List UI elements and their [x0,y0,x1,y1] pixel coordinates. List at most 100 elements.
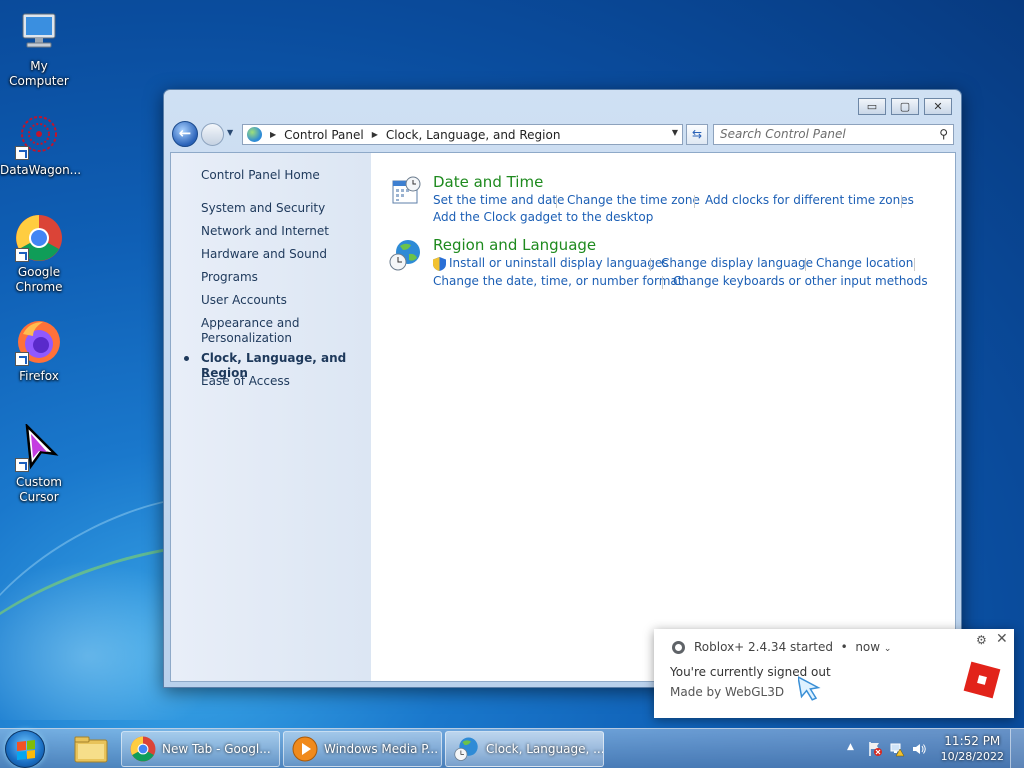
link-add-clock-gadget[interactable]: Add the Clock gadget to the desktop [433,210,653,224]
window-controls: ▭ ▢ ✕ [858,98,952,115]
link-change-display-language[interactable]: Change display language [661,256,813,270]
chrome-icon [15,214,63,262]
notification-subtext: Made by WebGL3D [670,685,785,699]
calendar-clock-icon [389,175,421,207]
breadcrumb-separator-icon[interactable]: ▶ [270,130,276,139]
link-install-display-languages[interactable]: Install or uninstall display languages [449,256,669,270]
clock-time: 11:52 PM [944,734,1001,748]
link-separator [901,195,902,208]
desktop-icon-chrome[interactable]: Google Chrome [0,214,78,295]
nav-control-panel-home[interactable]: Control Panel Home [201,168,366,183]
control-panel-icon [247,127,262,142]
clock-date: 10/28/2022 [940,750,1004,763]
desktop-icon-label: Google Chrome [15,265,63,294]
refresh-button[interactable]: ⇆ [686,124,708,145]
taskbar-button-label: New Tab - Googl... [162,742,271,756]
nav-network-and-internet[interactable]: Network and Internet [201,224,366,239]
cursor-app-icon [15,422,63,472]
link-separator [556,195,557,208]
desktop-icon-custom-cursor[interactable]: Custom Cursor [0,422,78,505]
datawagon-icon [15,112,63,160]
search-icon[interactable]: ⚲ [939,127,948,141]
desktop-icon-my-computer[interactable]: My Computer [0,8,78,89]
notification-close-icon[interactable]: ✕ [996,631,1008,647]
shortcut-arrow-icon [15,146,29,160]
breadcrumb-separator-icon[interactable]: ▶ [372,130,378,139]
taskbar-explorer-button[interactable] [64,732,120,767]
nav-programs[interactable]: Programs [201,270,366,285]
link-set-time-and-date[interactable]: Set the time and date [433,193,564,207]
system-clock[interactable]: 11:52 PM 10/28/2022 [941,734,1004,764]
control-panel-icon [454,736,480,762]
back-button[interactable]: ← [172,121,198,147]
search-input[interactable]: Search Control Panel ⚲ [713,124,954,145]
nav-hardware-and-sound[interactable]: Hardware and Sound [201,247,366,262]
link-change-keyboards[interactable]: Change keyboards or other input methods [673,274,928,288]
content-area: Control Panel Home System and Security N… [170,152,956,682]
category-title-region-and-language[interactable]: Region and Language [433,236,596,254]
back-arrow-icon: ← [178,124,192,142]
shortcut-arrow-icon [15,248,29,262]
chrome-icon [672,641,685,654]
media-player-icon [292,736,318,762]
notification-settings-icon[interactable]: ⚙ [976,633,987,647]
nav-user-accounts[interactable]: User Accounts [201,293,366,308]
roblox-logo-icon [963,661,1001,699]
desktop-icon-label: Firefox [19,369,59,383]
start-button[interactable] [5,730,45,768]
notification-popup[interactable]: Roblox+ 2.4.34 started • now ⌄ ⚙ ✕ You'r… [654,629,1014,718]
uac-shield-icon [433,257,446,271]
minimize-icon: ▭ [866,100,878,113]
link-separator [694,195,695,208]
address-dropdown-icon[interactable]: ▼ [672,128,678,137]
link-change-date-time-number-format[interactable]: Change the date, time, or number format [433,274,682,288]
left-navigation-pane: Control Panel Home System and Security N… [171,153,371,681]
minimize-button[interactable]: ▭ [858,98,886,115]
desktop-icon-label: My Computer [9,59,69,88]
windows-flag-icon [17,740,35,760]
folder-icon [74,736,108,763]
breadcrumb-item[interactable]: Control Panel [284,128,364,142]
globe-clock-icon [389,238,423,272]
taskbar-button-label: Windows Media P... [324,742,439,756]
taskbar-button-media-player[interactable]: Windows Media P... [283,731,442,767]
forward-button[interactable] [201,123,224,146]
search-placeholder: Search Control Panel [720,127,846,141]
history-dropdown-icon[interactable]: ▼ [227,128,233,137]
show-hidden-icons-chevron-icon[interactable]: ▲ [847,742,863,758]
category-pane: Date and Time Set the time and date Chan… [371,153,955,681]
address-bar[interactable]: ▶ Control Panel ▶ Clock, Language, and R… [242,124,683,145]
notification-app-name: Roblox+ 2.4.34 started [694,640,833,654]
show-desktop-button[interactable] [1010,729,1024,768]
maximize-button[interactable]: ▢ [891,98,919,115]
close-button[interactable]: ✕ [924,98,952,115]
expand-chevron-icon[interactable]: ⌄ [884,644,892,654]
taskbar-button-chrome[interactable]: New Tab - Googl... [121,731,280,767]
action-center-flag-icon[interactable] [867,741,883,757]
volume-icon[interactable] [911,741,927,757]
link-change-location[interactable]: Change location [816,256,913,270]
nav-appearance-and-personalization[interactable]: Appearance and Personalization [201,316,301,346]
navigation-bar: ← ▼ ▶ Control Panel ▶ Clock, Language, a… [172,120,954,148]
shortcut-arrow-icon [15,458,29,472]
taskbar-button-control-panel[interactable]: Clock, Language, ... [445,731,604,767]
link-add-clocks[interactable]: Add clocks for different time zones [705,193,914,207]
notification-time: now [855,640,881,654]
computer-icon [15,8,63,56]
network-icon[interactable] [889,741,905,757]
close-icon: ✕ [933,100,943,113]
shortcut-arrow-icon [15,352,29,366]
nav-ease-of-access[interactable]: Ease of Access [201,374,366,389]
desktop-icon-datawagon[interactable]: DataWagon... [0,112,82,178]
link-change-time-zone[interactable]: Change the time zone [567,193,700,207]
breadcrumb-item[interactable]: Clock, Language, and Region [386,128,561,142]
mouse-cursor-icon [797,673,822,701]
active-item-bullet-icon [184,356,189,361]
desktop-icon-firefox[interactable]: Firefox [0,318,78,384]
nav-system-and-security[interactable]: System and Security [201,201,366,216]
system-tray: ▲ 11:52 PM 10/28/2022 [839,729,1024,768]
taskbar: New Tab - Googl... Windows Media P... Cl… [0,728,1024,768]
category-title-date-and-time[interactable]: Date and Time [433,173,543,191]
desktop-icon-label: DataWagon... [0,163,82,177]
control-panel-window: ▭ ▢ ✕ ← ▼ ▶ Control Panel ▶ Clock, Langu… [163,89,962,688]
